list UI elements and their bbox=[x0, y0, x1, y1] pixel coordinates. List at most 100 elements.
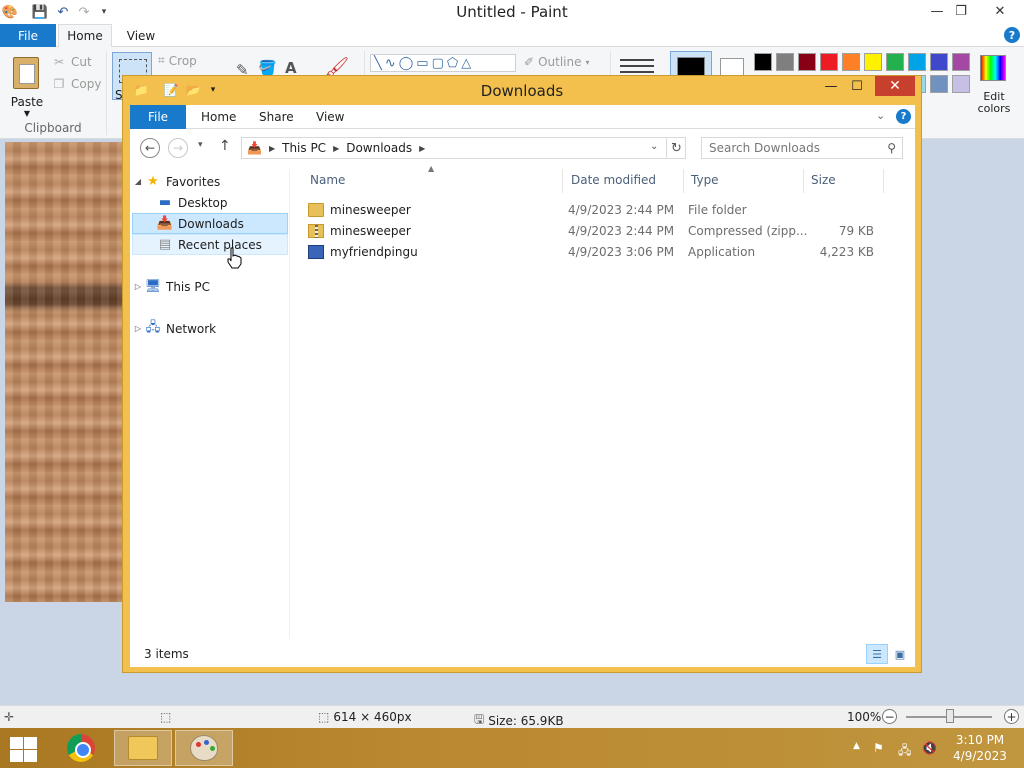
breadcrumb-this-pc[interactable]: This PC bbox=[282, 141, 326, 155]
color-swatch[interactable] bbox=[842, 53, 860, 71]
cut-button[interactable]: ✂ Cut bbox=[52, 53, 92, 71]
file-row[interactable]: myfriendpingu 4/9/2023 3:06 PM Applicati… bbox=[300, 242, 908, 263]
nav-item-downloads[interactable]: 📥 Downloads bbox=[132, 213, 288, 234]
taskbar-paint-button[interactable] bbox=[175, 730, 233, 766]
nav-item-recent-places[interactable]: ▤ Recent places bbox=[132, 234, 288, 255]
back-button[interactable]: ← bbox=[140, 138, 160, 158]
breadcrumb-separator-icon[interactable]: ▶ bbox=[333, 144, 339, 153]
zoom-out-button[interactable]: − bbox=[882, 709, 897, 724]
paste-dropdown-icon[interactable]: ▼ bbox=[6, 109, 48, 118]
column-header-size[interactable]: Size bbox=[811, 173, 836, 187]
downloads-location-icon: 📥 bbox=[247, 141, 262, 155]
details-view-icon[interactable]: ☰ bbox=[866, 644, 888, 664]
address-dropdown-icon[interactable]: ⌄ bbox=[650, 141, 658, 152]
edit-colors-label-line2: colors bbox=[977, 102, 1011, 115]
large-icons-view-icon[interactable]: ▣ bbox=[889, 644, 911, 664]
nav-item-desktop[interactable]: ▬ Desktop bbox=[132, 192, 288, 213]
explorer-minimize-button[interactable]: — bbox=[821, 76, 841, 96]
oval-shape-icon[interactable]: ◯ bbox=[399, 56, 414, 71]
color-swatch[interactable] bbox=[798, 53, 816, 71]
paint-tab-home[interactable]: Home bbox=[58, 24, 112, 47]
refresh-button[interactable]: ↻ bbox=[666, 138, 686, 158]
explorer-maximize-button[interactable]: ☐ bbox=[847, 76, 867, 96]
color-swatch[interactable] bbox=[930, 75, 948, 93]
column-divider[interactable] bbox=[883, 169, 884, 193]
rectangle-shape-icon[interactable]: ▭ bbox=[416, 56, 428, 71]
column-header-type[interactable]: Type bbox=[691, 173, 719, 187]
file-row[interactable]: minesweeper 4/9/2023 2:44 PM Compressed … bbox=[300, 221, 908, 242]
collapsed-chevron-icon[interactable]: ▷ bbox=[132, 324, 144, 333]
color-swatch[interactable] bbox=[952, 75, 970, 93]
paste-button[interactable]: Paste ▼ bbox=[6, 53, 48, 121]
color-swatch[interactable] bbox=[886, 53, 904, 71]
edit-colors-button[interactable]: Edit colors bbox=[974, 53, 1014, 117]
paint-tab-view[interactable]: View bbox=[116, 24, 166, 47]
search-input[interactable]: Search Downloads ⚲ bbox=[701, 137, 903, 159]
volume-muted-icon[interactable]: 🔇 bbox=[922, 741, 937, 755]
application-icon bbox=[308, 245, 324, 259]
zoom-in-button[interactable]: + bbox=[1004, 709, 1019, 724]
nav-item-favorites[interactable]: ◢ ★ Favorites bbox=[132, 171, 288, 192]
network-tray-icon[interactable]: 🖧 bbox=[898, 741, 911, 762]
line-shape-icon[interactable]: ╲ bbox=[374, 56, 382, 71]
color-swatch[interactable] bbox=[908, 53, 926, 71]
show-hidden-icons-chevron[interactable]: ▲ bbox=[853, 741, 860, 751]
color-swatch[interactable] bbox=[952, 53, 970, 71]
breadcrumb-separator-icon[interactable]: ▶ bbox=[269, 144, 275, 153]
polygon-shape-icon[interactable]: ⬠ bbox=[447, 56, 458, 71]
nav-item-network[interactable]: ▷ 🖧 Network bbox=[132, 318, 288, 339]
color-swatch[interactable] bbox=[930, 53, 948, 71]
zoom-slider-thumb[interactable] bbox=[946, 709, 954, 723]
explorer-tab-home[interactable]: Home bbox=[201, 105, 236, 129]
column-header-name[interactable]: Name bbox=[310, 173, 345, 187]
paint-tab-file[interactable]: File bbox=[0, 24, 56, 47]
copy-button[interactable]: ❐ Copy bbox=[52, 75, 102, 93]
outline-dropdown[interactable]: ✐ Outline ▾ bbox=[524, 55, 590, 69]
column-divider[interactable] bbox=[683, 169, 684, 193]
desktop-icon: ▬ bbox=[158, 195, 172, 210]
column-divider[interactable] bbox=[562, 169, 563, 193]
color2-button[interactable] bbox=[720, 58, 744, 76]
explorer-tab-view[interactable]: View bbox=[316, 105, 344, 129]
curve-shape-icon[interactable]: ∿ bbox=[385, 56, 396, 71]
crop-button[interactable]: ⌗ Crop bbox=[158, 53, 197, 68]
expanded-chevron-icon[interactable]: ◢ bbox=[132, 177, 144, 186]
taskbar-clock[interactable]: 3:10 PM 4/9/2023 bbox=[940, 732, 1020, 764]
expand-ribbon-chevron-icon[interactable]: ⌄ bbox=[876, 109, 885, 122]
column-divider[interactable] bbox=[803, 169, 804, 193]
up-button[interactable]: ↑ bbox=[219, 138, 231, 154]
explorer-body: ← → ▾ ↑ 📥 ▶ This PC ▶ Downloads ▶ ⌄ ↻ Se… bbox=[130, 129, 915, 667]
paint-restore-button[interactable]: ❐ bbox=[946, 0, 976, 22]
explorer-close-button[interactable]: ✕ bbox=[875, 76, 915, 96]
sort-ascending-icon: ▲ bbox=[428, 164, 435, 173]
navigation-pane: ◢ ★ Favorites ▬ Desktop 📥 Downloads ▤ Re… bbox=[130, 169, 290, 639]
forward-button[interactable]: → bbox=[168, 138, 188, 158]
collapsed-chevron-icon[interactable]: ▷ bbox=[132, 282, 144, 291]
breadcrumb-downloads[interactable]: Downloads bbox=[346, 141, 412, 155]
action-center-flag-icon[interactable]: ⚑ bbox=[873, 741, 884, 755]
taskbar-explorer-button[interactable] bbox=[114, 730, 172, 766]
paint-help-icon[interactable]: ? bbox=[1004, 27, 1020, 43]
breadcrumb-separator-icon[interactable]: ▶ bbox=[419, 144, 425, 153]
paint-canvas[interactable] bbox=[5, 142, 125, 602]
nav-item-this-pc[interactable]: ▷ 🖥 This PC bbox=[132, 276, 288, 297]
explorer-tab-file[interactable]: File bbox=[130, 105, 186, 129]
shapes-gallery[interactable]: ╲ ∿ ◯ ▭ ▢ ⬠ △ bbox=[370, 54, 516, 72]
recent-locations-icon[interactable]: ▾ bbox=[198, 140, 203, 150]
color-swatch[interactable] bbox=[820, 53, 838, 71]
color-swatch[interactable] bbox=[754, 53, 772, 71]
taskbar-chrome-button[interactable] bbox=[52, 730, 110, 766]
explorer-tab-share[interactable]: Share bbox=[259, 105, 294, 129]
address-bar[interactable]: 📥 ▶ This PC ▶ Downloads ▶ bbox=[241, 137, 686, 159]
color-swatch[interactable] bbox=[776, 53, 794, 71]
column-header-date-modified[interactable]: Date modified bbox=[571, 173, 656, 187]
nav-label: Downloads bbox=[178, 216, 244, 231]
color-swatch[interactable] bbox=[864, 53, 882, 71]
file-row[interactable]: minesweeper 4/9/2023 2:44 PM File folder bbox=[300, 200, 908, 221]
rounded-rectangle-shape-icon[interactable]: ▢ bbox=[432, 56, 444, 71]
start-button[interactable] bbox=[8, 736, 38, 762]
triangle-shape-icon[interactable]: △ bbox=[461, 56, 471, 71]
search-icon[interactable]: ⚲ bbox=[887, 141, 896, 155]
explorer-help-icon[interactable]: ? bbox=[896, 109, 911, 124]
paint-close-button[interactable]: ✕ bbox=[985, 0, 1015, 22]
